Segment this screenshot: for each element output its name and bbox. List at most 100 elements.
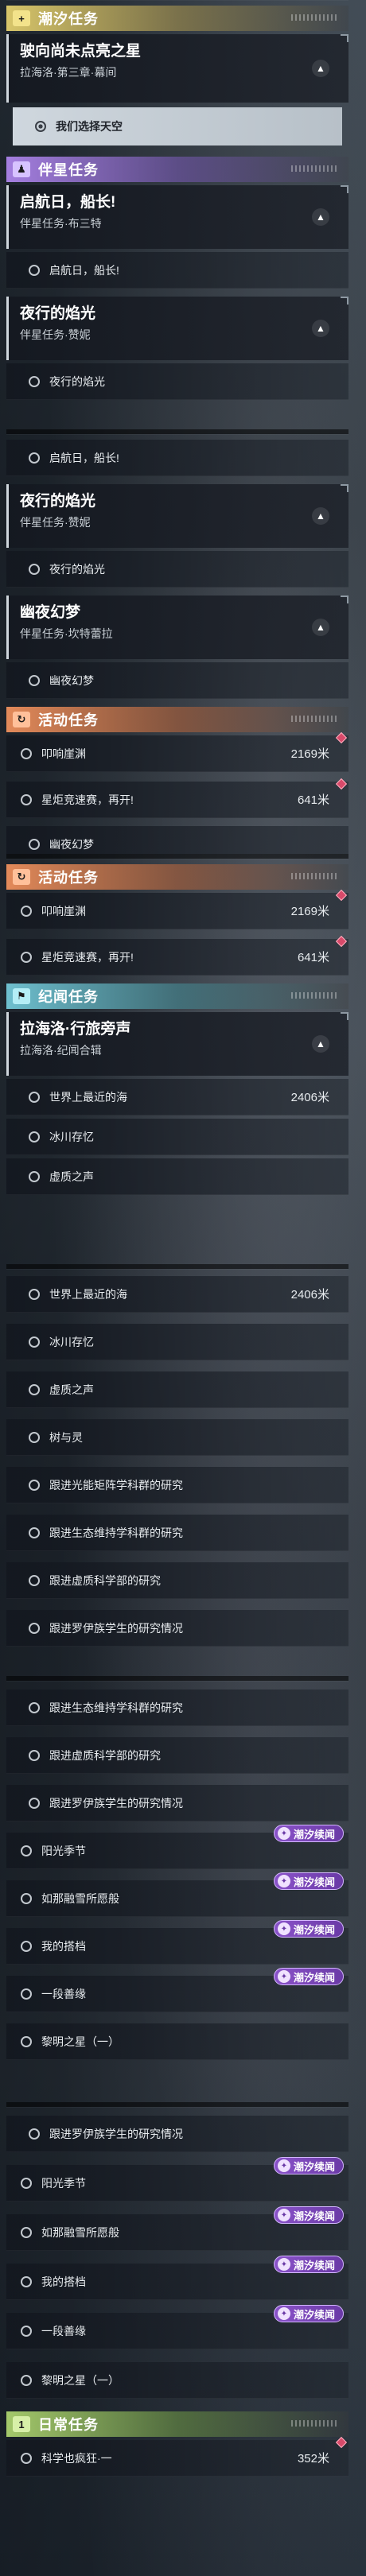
circle-icon bbox=[21, 2226, 32, 2238]
circle-icon bbox=[29, 1622, 40, 1634]
subquest-row[interactable]: 启航日，船长! bbox=[6, 440, 348, 476]
category-banxing[interactable]: ♟ 伴星任务 bbox=[6, 157, 348, 182]
corner-decor bbox=[341, 1012, 348, 1020]
category-huodong[interactable]: ↻ 活动任务 bbox=[6, 707, 348, 732]
subquest-row[interactable]: 虚质之声 bbox=[6, 1371, 348, 1408]
quest-name: 启航日，船长! bbox=[20, 194, 116, 211]
subquest-label: 一段善缘 bbox=[41, 1987, 86, 2000]
subquest-row[interactable]: 如那融雪所愿般 ✦ 潮汐续闻 bbox=[6, 1872, 348, 1917]
distance-readout: 2406米 bbox=[290, 1091, 329, 1104]
quest-card-youye[interactable]: 幽夜幻梦 伴星任务·坎特蕾拉 ▲ bbox=[6, 596, 348, 659]
subquest-row[interactable]: 跟进生态维持学科群的研究 bbox=[6, 1515, 348, 1551]
quest-card-qihang[interactable]: 启航日，船长! 伴星任务·布三特 ▲ bbox=[6, 185, 348, 249]
chevron-up-icon[interactable]: ▲ bbox=[312, 619, 329, 636]
quest-card-main[interactable]: 驶向尚未点亮之星 拉海洛·第三章·幕间 ▲ bbox=[6, 34, 348, 103]
circle-icon bbox=[29, 838, 40, 850]
subquest-row[interactable]: 跟进光能矩阵学科群的研究 bbox=[6, 1467, 348, 1503]
tag-label: 潮汐续闻 bbox=[293, 1828, 335, 1841]
refresh-icon: ↻ bbox=[13, 712, 30, 727]
subquest-row[interactable]: 我的搭档 ✦ 潮汐续闻 bbox=[6, 2256, 348, 2300]
subquest-row[interactable]: 虚质之声 bbox=[6, 1158, 348, 1195]
subquest-row[interactable]: 跟进虚质科学部的研究 bbox=[6, 1562, 348, 1599]
circle-icon bbox=[29, 1131, 40, 1143]
circle-icon bbox=[29, 563, 40, 575]
subquest-row[interactable]: 跟进生态维持学科群的研究 bbox=[6, 1690, 348, 1726]
subquest-row[interactable]: 树与灵 bbox=[6, 1419, 348, 1456]
subquest-row[interactable]: 跟进虚质科学部的研究 bbox=[6, 1737, 348, 1774]
tag-label: 潮汐续闻 bbox=[293, 2160, 335, 2173]
subquest-row[interactable]: 跟进罗伊族学生的研究情况 bbox=[6, 2116, 348, 2152]
circle-icon bbox=[29, 1170, 40, 1182]
category-title: 纪闻任务 bbox=[38, 989, 99, 1005]
tidal-icon: ✦ bbox=[277, 2209, 290, 2221]
subquest-row[interactable]: 幽夜幻梦 bbox=[6, 826, 348, 854]
category-jiwen[interactable]: ⚑ 纪闻任务 bbox=[6, 983, 348, 1009]
subquest-row[interactable]: 叩响崖渊 2169米 bbox=[6, 731, 348, 772]
tidal-tag: ✦ 潮汐续闻 bbox=[273, 1872, 344, 1890]
chevron-up-icon[interactable]: ▲ bbox=[312, 507, 329, 525]
quest-card-yexing[interactable]: 夜行的焰光 伴星任务·赞妮 ▲ bbox=[6, 297, 348, 360]
category-huodong[interactable]: ↻ 活动任务 bbox=[6, 864, 348, 890]
quest-subtitle: 伴星任务·赞妮 bbox=[20, 328, 91, 341]
subquest-row[interactable]: 世界上最近的海 2406米 bbox=[6, 1276, 348, 1313]
subquest-row[interactable]: 幽夜幻梦 bbox=[6, 662, 348, 699]
subquest-row[interactable]: 一段善缘 ✦ 潮汐续闻 bbox=[6, 1968, 348, 2012]
corner-decor bbox=[341, 297, 348, 305]
chevron-up-icon[interactable]: ▲ bbox=[312, 208, 329, 226]
quest-subtitle: 拉海洛·第三章·幕间 bbox=[20, 66, 117, 79]
chevron-up-icon[interactable]: ▲ bbox=[312, 320, 329, 337]
subquest-row[interactable]: 冰川存忆 bbox=[6, 1119, 348, 1155]
subquest-row[interactable]: 黎明之星（一） bbox=[6, 2362, 348, 2399]
distance-readout: 2169米 bbox=[290, 747, 329, 761]
subquest-row[interactable]: 星炬竞速赛，再开! 641米 bbox=[6, 778, 348, 818]
subquest-row[interactable]: 启航日，船长! bbox=[6, 252, 348, 289]
subquest-row[interactable]: 冰川存忆 bbox=[6, 1324, 348, 1360]
subquest-row[interactable]: 我的搭档 ✦ 潮汐续闻 bbox=[6, 1920, 348, 1965]
subquest-row[interactable]: 世界上最近的海 2406米 bbox=[6, 1079, 348, 1115]
circle-icon bbox=[21, 2177, 32, 2189]
subquest-row[interactable]: 夜行的焰光 bbox=[6, 551, 348, 588]
subquest-label: 跟进生态维持学科群的研究 bbox=[49, 1701, 183, 1714]
subquest-label: 虚质之声 bbox=[49, 1383, 94, 1396]
circle-icon bbox=[21, 1940, 32, 1952]
subquest-row[interactable]: 跟进罗伊族学生的研究情况 bbox=[6, 1785, 348, 1821]
daily-icon: 1 bbox=[13, 2416, 30, 2432]
quest-card-lahai[interactable]: 拉海洛·行旅旁声 拉海洛·纪闻合辑 ▲ bbox=[6, 1012, 348, 1076]
tidal-tag: ✦ 潮汐续闻 bbox=[273, 2305, 344, 2322]
circle-icon bbox=[29, 452, 40, 464]
quest-subtitle: 拉海洛·纪闻合辑 bbox=[20, 1044, 102, 1057]
quest-card-yexing[interactable]: 夜行的焰光 伴星任务·赞妮 ▲ bbox=[6, 484, 348, 548]
subquest-label: 冰川存忆 bbox=[49, 1130, 94, 1143]
circle-icon bbox=[21, 1892, 32, 1904]
subquest-row[interactable]: 如那融雪所愿般 ✦ 潮汐续闻 bbox=[6, 2206, 348, 2251]
subquest-label: 幽夜幻梦 bbox=[49, 673, 94, 687]
subquest-row[interactable]: 夜行的焰光 bbox=[6, 363, 348, 400]
diamond-marker-icon bbox=[335, 2436, 348, 2449]
subquest-row[interactable]: 跟进罗伊族学生的研究情况 bbox=[6, 1610, 348, 1647]
tidal-tag: ✦ 潮汐续闻 bbox=[273, 1920, 344, 1938]
subquest-row[interactable]: 科学也疯狂·一 352米 bbox=[6, 2436, 348, 2477]
tag-label: 潮汐续闻 bbox=[293, 2259, 335, 2271]
tidal-tag: ✦ 潮汐续闻 bbox=[273, 2256, 344, 2273]
chevron-up-icon[interactable]: ▲ bbox=[312, 60, 329, 77]
diamond-marker-icon bbox=[335, 935, 348, 948]
category-richang[interactable]: 1 日常任务 bbox=[6, 2411, 348, 2437]
subquest-label: 夜行的焰光 bbox=[49, 562, 105, 576]
tidal-tag: ✦ 潮汐续闻 bbox=[273, 1825, 344, 1842]
tag-label: 潮汐续闻 bbox=[293, 1971, 335, 1984]
subquest-label: 阳光季节 bbox=[41, 1844, 86, 1857]
subquest-active[interactable]: 我们选择天空 bbox=[13, 107, 342, 145]
subquest-row[interactable]: 一段善缘 ✦ 潮汐续闻 bbox=[6, 2305, 348, 2349]
tidal-tag: ✦ 潮汐续闻 bbox=[273, 1968, 344, 1985]
screenshot-segment-2: 启航日，船长! 夜行的焰光 伴星任务·赞妮 ▲ 夜行的焰光 幽夜幻梦 伴星任务·… bbox=[6, 434, 348, 854]
category-chaoxi[interactable]: + 潮汐任务 bbox=[6, 6, 348, 31]
subquest-label: 我的搭档 bbox=[41, 2275, 86, 2288]
subquest-row[interactable]: 阳光季节 ✦ 潮汐续闻 bbox=[6, 1825, 348, 1869]
subquest-row[interactable]: 星炬竞速赛，再开! 641米 bbox=[6, 935, 348, 976]
chevron-up-icon[interactable]: ▲ bbox=[312, 1035, 329, 1053]
subquest-label: 冰川存忆 bbox=[49, 1335, 94, 1348]
subquest-row[interactable]: 黎明之星（一） bbox=[6, 2023, 348, 2060]
subquest-label: 叩响崖渊 bbox=[41, 904, 86, 918]
subquest-row[interactable]: 叩响崖渊 2169米 bbox=[6, 889, 348, 929]
subquest-row[interactable]: 阳光季节 ✦ 潮汐续闻 bbox=[6, 2157, 348, 2202]
